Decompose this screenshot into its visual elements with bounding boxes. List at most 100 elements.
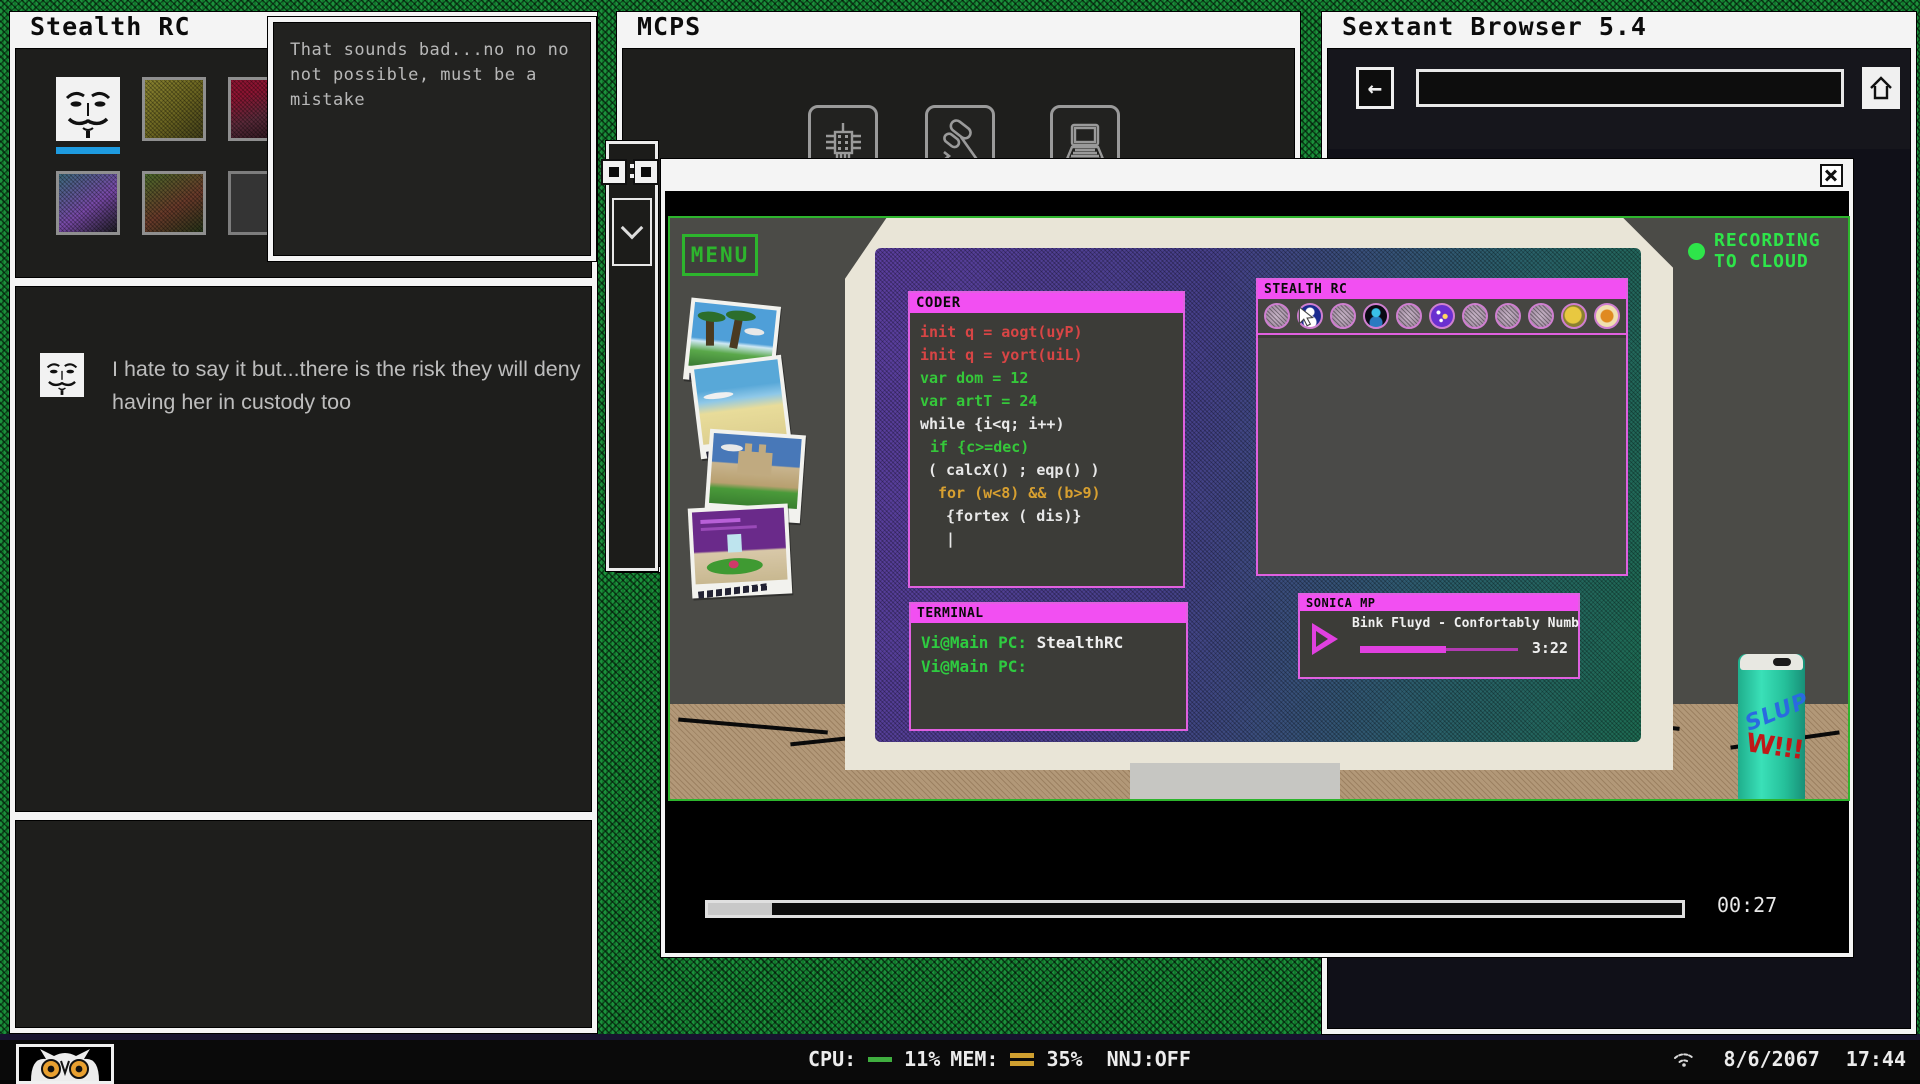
terminal-output: Vi@Main PC: StealthRC Vi@Main PC:	[911, 623, 1186, 687]
game-scene: MENU	[668, 216, 1850, 801]
playback-progress[interactable]	[1360, 648, 1518, 651]
game-avatar[interactable]	[1528, 303, 1554, 329]
video-progress-fill	[708, 903, 772, 915]
terminal-line: Vi@Main PC: StealthRC	[921, 631, 1176, 655]
sonica-player-title: SONICA MP	[1300, 595, 1578, 611]
code-line: var artT = 24	[920, 390, 1173, 413]
monitor-screen: CODER init q = aogt(uyP) init q = yort(u…	[875, 248, 1641, 742]
game-avatar[interactable]	[1561, 303, 1587, 329]
game-avatar[interactable]	[1363, 303, 1389, 329]
recording-text-line: TO CLOUD	[1714, 251, 1821, 272]
avatar-noise-olive[interactable]	[142, 77, 206, 141]
home-icon	[1867, 74, 1895, 102]
popup-message-line: not possible, must be a	[290, 63, 574, 88]
video-player-titlebar[interactable]	[661, 159, 1853, 189]
code-line: while {i<q; i++)	[920, 413, 1173, 436]
recording-dot-icon	[1688, 243, 1705, 260]
popup-message-line: That sounds bad...no no no	[290, 38, 574, 63]
coder-code-area: init q = aogt(uyP) init q = yort(uiL) va…	[910, 313, 1183, 559]
code-line: {fortex ( dis)}	[946, 505, 1173, 528]
code-line: ( calcX() ; eqp() )	[928, 459, 1173, 482]
dock-colon-dot	[630, 174, 634, 178]
code-line: init q = aogt(uyP)	[920, 321, 1173, 344]
playback-progress-fill	[1360, 646, 1446, 653]
dock-colon-dot	[630, 164, 634, 168]
message-input-section[interactable]	[15, 820, 592, 1028]
nnj-status: NNJ:OFF	[1107, 1047, 1191, 1071]
game-avatar[interactable]	[1330, 303, 1356, 329]
cpu-meter-icon	[868, 1057, 892, 1062]
guy-fawkes-icon	[56, 77, 120, 141]
owl-icon	[19, 1047, 111, 1081]
cpu-label: CPU:	[808, 1047, 856, 1071]
mem-label: MEM:	[950, 1047, 998, 1071]
mem-meter-icon	[1010, 1053, 1034, 1066]
chat-message-text: I hate to say it but...there is the risk…	[112, 353, 624, 419]
polaroid-photo-purple[interactable]	[688, 503, 793, 598]
video-player-window: MENU	[661, 159, 1853, 957]
video-timestamp: 00:27	[1717, 893, 1777, 917]
popup-message-line: mistake	[290, 88, 574, 113]
recording-indicator: RECORDING TO CLOUD	[1688, 230, 1821, 272]
menu-button[interactable]: MENU	[682, 234, 758, 276]
photo-caption-scribble	[698, 583, 768, 598]
game-avatar[interactable]	[1495, 303, 1521, 329]
avatar-noise-teal-purple[interactable]	[56, 171, 120, 235]
crt-monitor: CODER init q = aogt(uyP) init q = yort(u…	[845, 218, 1673, 770]
chevron-down-icon	[621, 217, 644, 240]
game-stealth-rc-title: STEALTH RC	[1258, 280, 1626, 299]
selected-avatar-underline	[56, 147, 120, 154]
soda-can: SLUP W!!!	[1738, 654, 1805, 800]
mem-value: 35%	[1046, 1047, 1082, 1071]
dock-button-right[interactable]	[635, 161, 657, 183]
sextant-browser-title: Sextant Browser 5.4	[1322, 12, 1916, 46]
game-avatar[interactable]	[1429, 303, 1455, 329]
soda-can-top	[1740, 654, 1803, 670]
chat-message-row: I hate to say it but...there is the risk…	[40, 353, 624, 419]
video-progress-bar[interactable]	[705, 900, 1685, 918]
dock-button-left[interactable]	[603, 161, 625, 183]
message-avatar	[40, 353, 84, 397]
recording-text-line: RECORDING	[1714, 230, 1821, 251]
back-button[interactable]: ←	[1356, 67, 1394, 109]
terminal-window-title: TERMINAL	[911, 604, 1186, 623]
code-cursor: |	[946, 528, 1173, 551]
code-line: var dom = 12	[920, 367, 1173, 390]
game-avatar[interactable]	[1462, 303, 1488, 329]
track-name: Bink Fluyd - Confortably Numb	[1352, 616, 1572, 631]
guy-fawkes-icon	[40, 353, 84, 397]
coder-window: CODER init q = aogt(uyP) init q = yort(u…	[908, 291, 1185, 588]
close-button[interactable]	[1820, 164, 1843, 187]
avatar-noise-green-red[interactable]	[142, 171, 206, 235]
owl-logo-button[interactable]	[16, 1044, 114, 1084]
code-line: init q = yort(uiL)	[920, 344, 1173, 367]
cpu-value: 11%	[904, 1047, 940, 1071]
code-line: if {c>=dec)	[930, 436, 1173, 459]
incoming-message-popup: That sounds bad...no no no not possible,…	[268, 17, 596, 261]
incoming-message-popup-body: That sounds bad...no no no not possible,…	[273, 22, 591, 256]
video-player-body: MENU	[665, 191, 1849, 953]
game-avatar[interactable]	[1594, 303, 1620, 329]
mouse-cursor-icon	[1295, 306, 1317, 328]
playback-time: 3:22	[1532, 639, 1568, 657]
home-button[interactable]	[1862, 67, 1900, 109]
wifi-icon	[1671, 1050, 1697, 1068]
url-input[interactable]	[1416, 69, 1844, 107]
code-line: for (w<8) && (b>9)	[938, 482, 1173, 505]
sonica-player-body: Bink Fluyd - Confortably Numb 3:22	[1300, 611, 1578, 671]
play-icon[interactable]	[1312, 623, 1338, 655]
browser-toolbar: ←	[1328, 49, 1910, 149]
monitor-stand	[1130, 763, 1340, 801]
soda-can-scribble: W!!!	[1744, 728, 1804, 766]
chat-log-section: I hate to say it but...there is the risk…	[15, 286, 592, 812]
dock-expand-button[interactable]	[612, 198, 652, 266]
system-date: 8/6/2067	[1723, 1047, 1819, 1071]
terminal-line: Vi@Main PC:	[921, 655, 1176, 679]
avatar-guy-fawkes[interactable]	[56, 77, 120, 141]
system-time: 17:44	[1846, 1047, 1906, 1071]
dock-window	[606, 141, 658, 571]
game-avatar[interactable]	[1396, 303, 1422, 329]
taskbar: CPU: 11% MEM: 35% NNJ:OFF 8/6/2067 17:44	[0, 1040, 1920, 1080]
clock-area: 8/6/2067 17:44	[1671, 1047, 1906, 1071]
game-avatar[interactable]	[1264, 303, 1290, 329]
